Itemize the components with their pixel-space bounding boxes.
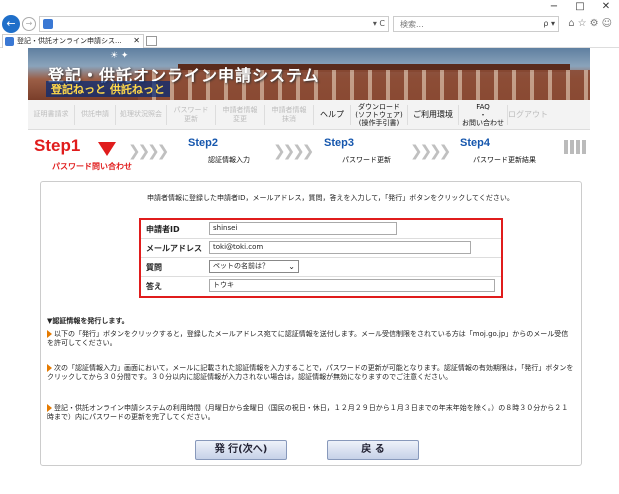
menu-download[interactable]: ダウンロード (ソフトウェア) (操作手引書) bbox=[351, 103, 407, 127]
menu-applicant-change: 申請者情報 変更 bbox=[222, 105, 258, 123]
menu-certificate-request: 証明書請求 bbox=[33, 110, 69, 118]
browser-nav-bar: ← → ▾ C 検索... ρ ▾ ⌂☆⚙☺ bbox=[0, 14, 619, 34]
maximize-icon[interactable]: □ bbox=[567, 0, 593, 14]
notice-text: 以下の「発行」ボタンをクリックすると，登録したメールアドレス宛てに認証情報を送付… bbox=[47, 330, 569, 347]
step1-label: Step1 bbox=[34, 136, 81, 155]
menu-deposit-application: 供託申請 bbox=[81, 110, 109, 118]
email-label: メールアドレス bbox=[146, 244, 202, 253]
form-intro: 申請者情報に登録した申請者ID，メールアドレス，質問，答えを入力して，「発行」ボ… bbox=[147, 194, 514, 202]
menu-environment[interactable]: ご利用環境 bbox=[408, 110, 458, 119]
step4-sub: パスワード更新結果 bbox=[473, 156, 536, 164]
question-select[interactable]: ペットの名前は？ ⌄ bbox=[209, 260, 299, 273]
menu-faq[interactable]: FAQ ・ お問い合わせ bbox=[459, 103, 507, 127]
back-button-form[interactable]: 戻 る bbox=[327, 440, 419, 460]
notice-item: 以下の「発行」ボタンをクリックすると，登録したメールアドレス宛てに認証情報を送付… bbox=[47, 330, 575, 348]
tab-favicon-icon bbox=[5, 37, 14, 46]
menu-help[interactable]: ヘルプ bbox=[314, 110, 350, 119]
answer-label: 答え bbox=[146, 282, 162, 291]
main-menu: 証明書請求 供託申請 処理状況照会 パスワード 更新 申請者情報 変更 申請者情… bbox=[28, 100, 590, 130]
step2-sub: 認証情報入力 bbox=[208, 156, 250, 164]
close-window-icon[interactable]: ✕ bbox=[593, 0, 619, 14]
orange-triangle-bullet-icon bbox=[47, 330, 52, 338]
site-favicon-icon bbox=[43, 19, 53, 29]
site-banner: ☀ ✦ 登記・供託オンライン申請システム 登記ねっと 供託ねっと bbox=[28, 48, 590, 100]
new-tab-button[interactable] bbox=[146, 36, 157, 46]
step3-label: Step3 bbox=[324, 137, 354, 149]
step1-sub: パスワード問い合わせ bbox=[52, 162, 132, 171]
notice-item: 登記・供託オンライン申請システムの利用時間（月曜日から金曜日（国民の祝日・休日，… bbox=[47, 404, 575, 422]
credential-form: 申請者ID shinsei メールアドレス toki@toki.com 質問 ペ… bbox=[139, 218, 503, 298]
tab-close-icon[interactable]: ✕ bbox=[133, 35, 140, 47]
orange-triangle-bullet-icon bbox=[47, 364, 52, 372]
notice-heading: ▼認証情報を発行します。 bbox=[47, 317, 129, 325]
answer-row: 答え トウキ bbox=[141, 277, 501, 296]
menu-password-update: パスワード 更新 bbox=[173, 105, 209, 123]
email-input[interactable]: toki@toki.com bbox=[209, 241, 471, 254]
step-chevron-icon: ❯❯❯❯ bbox=[410, 142, 451, 160]
current-step-marker-icon bbox=[98, 142, 116, 156]
toolbar-icons[interactable]: ⌂☆⚙☺ bbox=[568, 18, 615, 29]
address-bar[interactable]: ▾ C bbox=[39, 16, 389, 32]
chevron-down-icon: ⌄ bbox=[288, 262, 295, 271]
notice-item: 次の「認証情報入力」画面において，メールに記載された認証情報を入力することで，パ… bbox=[47, 364, 575, 382]
search-icon[interactable]: ρ ▾ bbox=[543, 19, 555, 28]
applicant-id-row: 申請者ID shinsei bbox=[141, 220, 501, 239]
step-chevron-icon: ❯❯❯❯ bbox=[128, 142, 169, 160]
back-button[interactable]: ← bbox=[2, 15, 20, 33]
notice-text: 登記・供託オンライン申請システムの利用時間（月曜日から金曜日（国民の祝日・休日，… bbox=[47, 404, 569, 421]
step4-label: Step4 bbox=[460, 137, 490, 149]
address-controls[interactable]: ▾ C bbox=[373, 19, 385, 28]
step-end-bars-icon bbox=[564, 140, 588, 157]
menu-applicant-delete: 申請者情報 抹消 bbox=[271, 105, 307, 123]
question-selected-value: ペットの名前は？ bbox=[213, 262, 269, 270]
question-row: 質問 ペットの名前は？ ⌄ bbox=[141, 258, 501, 277]
browser-tab[interactable]: 登記・供託オンライン申請シス... ✕ bbox=[2, 34, 144, 48]
banner-ornament: ☀ ✦ bbox=[110, 51, 129, 61]
banner-subtitle: 登記ねっと 供託ねっと bbox=[46, 81, 170, 97]
browser-search-input[interactable]: 検索... ρ ▾ bbox=[393, 16, 559, 32]
tab-strip: 登記・供託オンライン申請シス... ✕ bbox=[0, 34, 619, 48]
applicant-id-input[interactable]: shinsei bbox=[209, 222, 397, 235]
orange-triangle-bullet-icon bbox=[47, 404, 52, 412]
minimize-icon[interactable]: − bbox=[541, 0, 567, 14]
menu-status-inquiry: 処理状況照会 bbox=[120, 110, 162, 118]
email-row: メールアドレス toki@toki.com bbox=[141, 239, 501, 258]
menu-logout: ログアウト bbox=[508, 110, 548, 119]
step-indicator: Step1 パスワード問い合わせ ❯❯❯❯ Step2 認証情報入力 ❯❯❯❯ … bbox=[28, 134, 590, 178]
notice-text: 次の「認証情報入力」画面において，メールに記載された認証情報を入力することで，パ… bbox=[47, 364, 574, 381]
issue-next-button[interactable]: 発 行(次へ) bbox=[195, 440, 287, 460]
forward-button[interactable]: → bbox=[22, 17, 36, 31]
step2-label: Step2 bbox=[188, 137, 218, 149]
step-chevron-icon: ❯❯❯❯ bbox=[273, 142, 314, 160]
applicant-id-label: 申請者ID bbox=[146, 225, 180, 234]
tab-title: 登記・供託オンライン申請シス... bbox=[17, 37, 122, 45]
search-placeholder: 検索... bbox=[400, 20, 424, 29]
answer-input[interactable]: トウキ bbox=[209, 279, 495, 292]
main-content: 申請者情報に登録した申請者ID，メールアドレス，質問，答えを入力して，「発行」ボ… bbox=[40, 181, 582, 466]
window-controls: − □ ✕ bbox=[541, 0, 619, 14]
step3-sub: パスワード更新 bbox=[342, 156, 391, 164]
question-label: 質問 bbox=[146, 263, 162, 272]
